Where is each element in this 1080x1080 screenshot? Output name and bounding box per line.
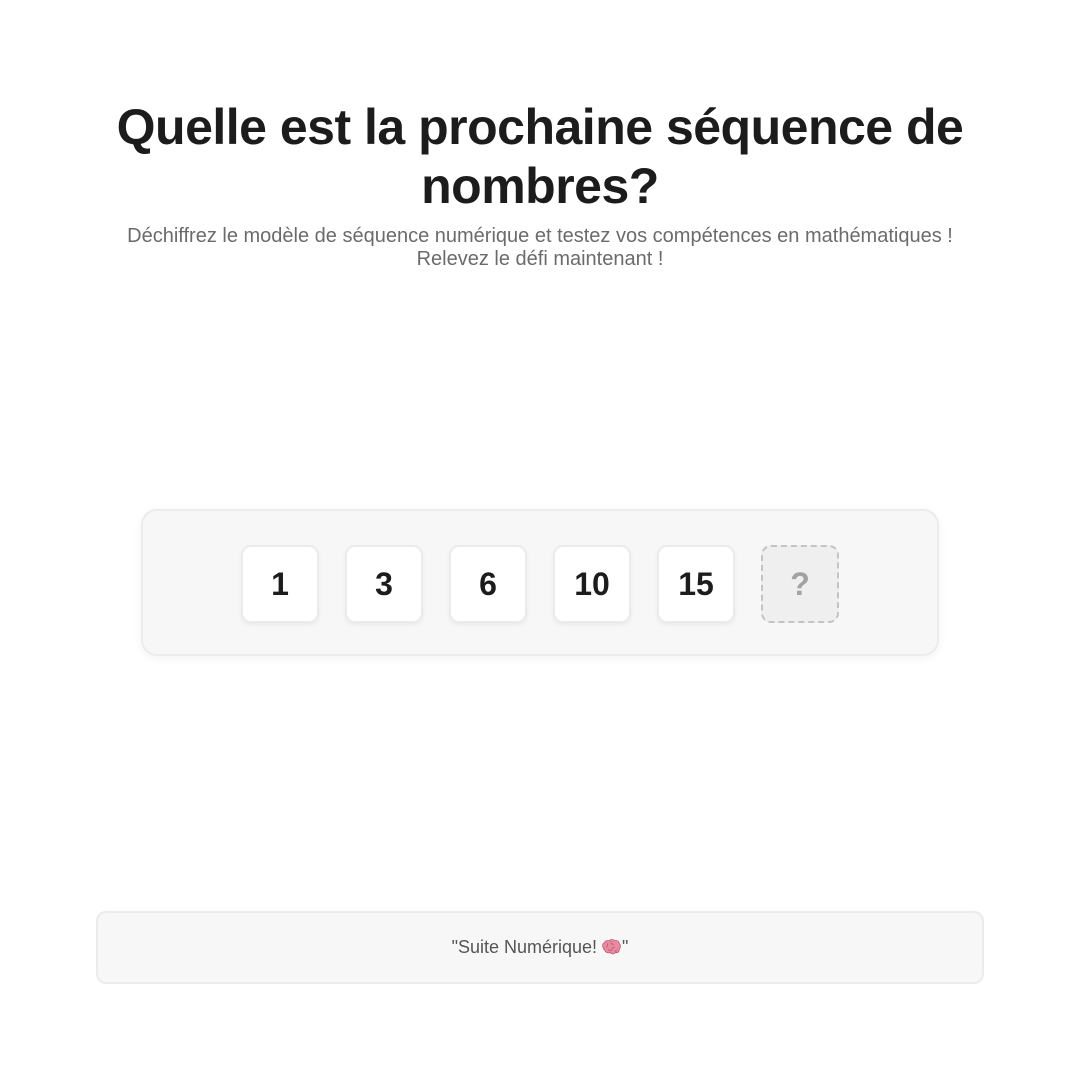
sequence-number-tile: 6 — [449, 545, 527, 623]
sequence-number-tile: 1 — [241, 545, 319, 623]
sequence-panel: 1 3 6 10 15 ? — [141, 509, 939, 656]
footer-caption: "Suite Numérique! " — [452, 937, 629, 958]
sequence-number-tile: 3 — [345, 545, 423, 623]
page-subtitle: Déchiffrez le modèle de séquence numériq… — [127, 225, 953, 270]
page-title: Quelle est la prochaine séquence de nomb… — [116, 99, 964, 214]
sequence-tiles: 1 3 6 10 15 ? — [241, 545, 839, 623]
sequence-number-tile: 10 — [553, 545, 631, 623]
brain-icon — [602, 938, 621, 954]
footer-caption-text: "Suite Numérique! — [451, 937, 598, 957]
next-number-answer-slot[interactable]: ? — [761, 545, 839, 623]
footer-caption-quote: " — [622, 937, 629, 957]
footer-caption-box: "Suite Numérique! " — [96, 911, 984, 984]
sequence-number-tile: 15 — [657, 545, 735, 623]
